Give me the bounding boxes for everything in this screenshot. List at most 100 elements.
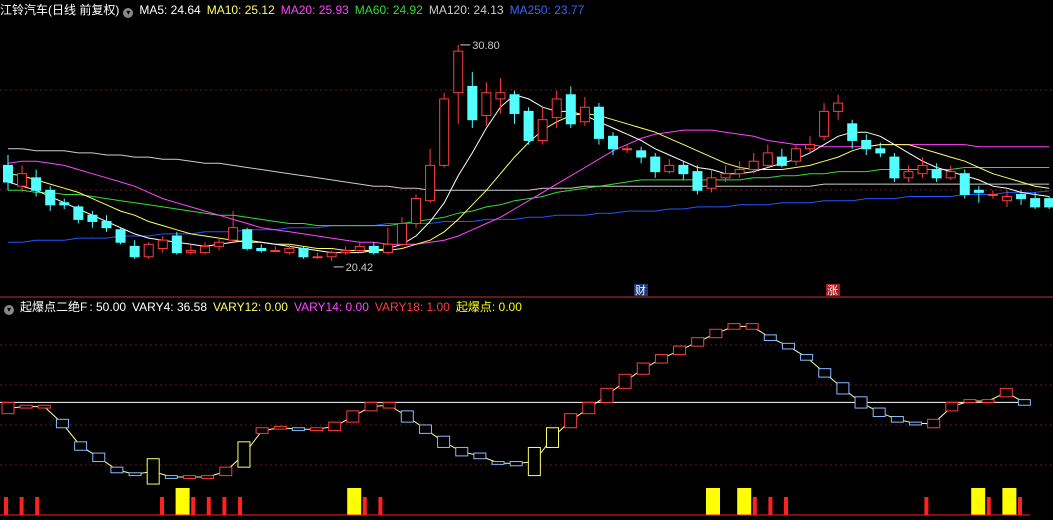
tag-zhang: 涨 — [827, 284, 838, 297]
indicator-box — [19, 404, 33, 409]
signal-bar — [924, 497, 929, 515]
indicator-box — [781, 342, 795, 350]
candle — [579, 106, 590, 123]
candle — [171, 235, 182, 254]
candle — [453, 50, 464, 94]
candle — [819, 110, 830, 137]
candle — [917, 164, 928, 175]
indicator-box — [237, 441, 251, 468]
indicator-box — [473, 452, 487, 460]
candle — [959, 173, 970, 195]
stock-chart[interactable]: 30.80 20.42 财 涨 — [0, 0, 1053, 520]
indicator-box — [110, 466, 124, 474]
indicator-name[interactable]: 起爆点二绝F — [20, 300, 87, 314]
candle — [720, 173, 731, 179]
stock-title[interactable]: 江铃汽车(日线 前复权) — [0, 3, 119, 17]
ma10-value: MA10: 25.12 — [206, 3, 275, 17]
candle — [748, 160, 759, 171]
signal-bar — [347, 488, 362, 515]
candle — [340, 250, 351, 254]
signal-bar — [191, 497, 196, 515]
signal-bar — [19, 497, 24, 515]
indicator-box — [618, 373, 632, 389]
indicator-box — [636, 362, 650, 375]
candle — [804, 144, 815, 150]
candle — [608, 135, 619, 150]
indicator-box — [981, 399, 995, 403]
indicator-value: : 50.00 — [89, 300, 127, 314]
tag-cai: 财 — [635, 283, 646, 297]
indicator-box — [890, 416, 904, 423]
candle — [509, 94, 520, 114]
candle — [1044, 198, 1053, 208]
indicator-box — [727, 323, 741, 330]
candle — [411, 198, 422, 225]
indicator-box — [164, 475, 178, 479]
candle — [537, 119, 548, 141]
candle — [284, 247, 295, 254]
candle — [382, 243, 393, 254]
indicator-box — [273, 425, 287, 430]
candle — [3, 164, 13, 183]
ma120-value: MA120: 24.13 — [428, 3, 504, 17]
candle — [31, 177, 42, 191]
indicator-box — [201, 475, 215, 479]
background — [0, 0, 1053, 520]
indicator-box — [582, 401, 596, 415]
candle — [973, 189, 984, 193]
indicator-box — [509, 461, 523, 467]
candle — [1030, 198, 1041, 208]
candle — [396, 223, 407, 245]
candle — [354, 245, 365, 252]
candle — [706, 177, 717, 189]
candle — [565, 94, 576, 125]
candle — [833, 102, 844, 112]
candle — [664, 164, 675, 173]
price-panel-header: 江铃汽车(日线 前复权) ▾ MA5: 24.64 MA10: 25.12 MA20: … — [0, 2, 590, 18]
ma60-value: MA60: 24.92 — [354, 3, 423, 17]
indicator-box — [37, 404, 51, 409]
indicator-box — [437, 435, 451, 448]
candle — [17, 173, 28, 187]
indicator-box — [364, 401, 378, 412]
candle — [157, 239, 168, 249]
candle — [861, 139, 872, 150]
ma250-value: MA250: 23.77 — [509, 3, 585, 17]
candle — [270, 250, 281, 253]
signal-bar — [737, 488, 752, 515]
candle — [636, 150, 647, 158]
signal-bar — [378, 497, 383, 515]
vary12-value: VARY12: 0.00 — [213, 300, 288, 314]
candle — [73, 206, 84, 220]
indicator-box — [128, 472, 142, 477]
indicator-box — [255, 427, 269, 434]
indicator-box — [418, 424, 432, 434]
candle — [214, 241, 225, 247]
indicator-box — [854, 396, 868, 409]
candle — [734, 169, 745, 175]
candle — [228, 227, 239, 241]
candle — [622, 148, 633, 151]
chevron-down-icon[interactable]: ▾ — [4, 305, 14, 315]
candle — [326, 252, 337, 258]
chart-stage: 30.80 20.42 财 涨 江铃汽车(日线 前复权) ▾ MA5: 24.64 MA10… — [0, 0, 1053, 520]
indicator-box — [800, 354, 814, 361]
indicator-box — [654, 354, 668, 364]
candle — [143, 243, 154, 258]
ma5-value: MA5: 24.64 — [139, 3, 201, 17]
indicator-box — [455, 446, 469, 457]
candle — [1001, 196, 1012, 202]
signal-bar — [362, 497, 367, 515]
indicator-box — [291, 427, 305, 432]
indicator-box — [1017, 399, 1031, 406]
candle — [678, 164, 689, 175]
chevron-down-icon[interactable]: ▾ — [123, 8, 134, 18]
ma20-value: MA20: 25.93 — [280, 3, 349, 17]
indicator-box — [328, 421, 342, 432]
candle — [495, 92, 506, 100]
signal-bar — [1002, 488, 1017, 515]
candle — [945, 171, 956, 179]
indicator-box — [527, 446, 541, 477]
candle — [903, 171, 914, 179]
candle — [439, 98, 450, 166]
